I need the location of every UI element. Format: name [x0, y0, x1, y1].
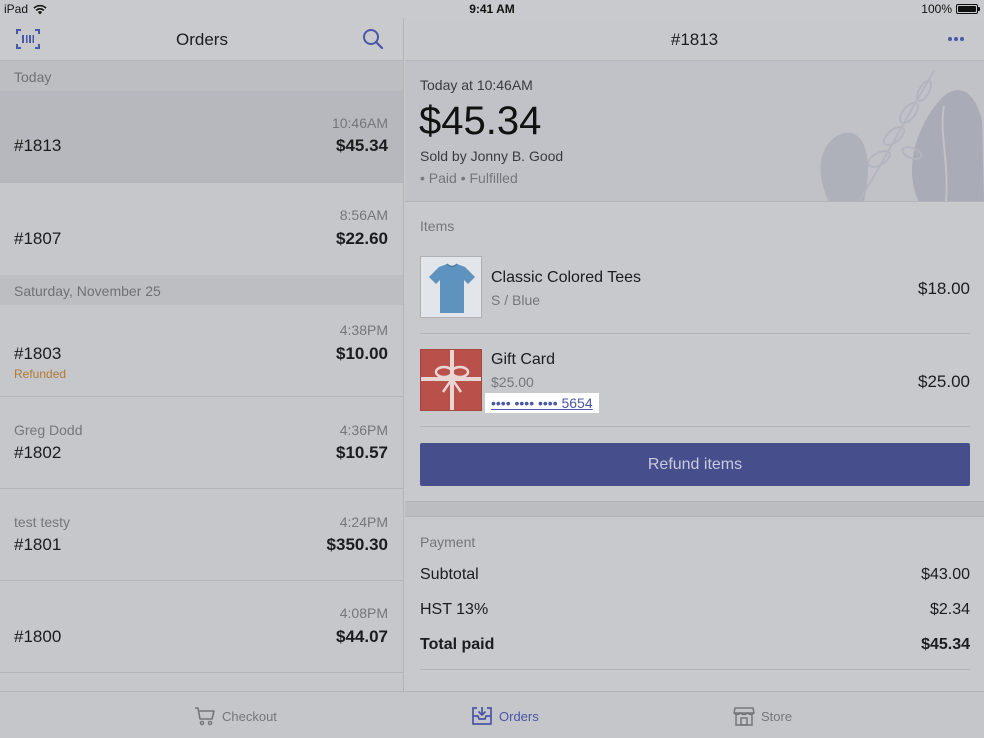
- payment-row-total-paid: Total paid $45.34: [420, 636, 970, 654]
- payment-row-value: $45.34: [921, 636, 970, 653]
- payment-divider: [420, 669, 970, 670]
- gift-card-code-link[interactable]: •••• •••• •••• 5654: [485, 393, 599, 413]
- order-number: #1800: [14, 627, 62, 646]
- order-row-1813[interactable]: 10:46AM #1813 $45.34: [0, 91, 403, 183]
- payment-row-label: Subtotal: [420, 566, 479, 583]
- tshirt-thumbnail: [420, 256, 482, 318]
- status-bar: iPad 9:41 AM 100%: [0, 0, 984, 18]
- payment-row-value: $2.34: [929, 601, 970, 618]
- order-amount: $350.30: [326, 535, 388, 554]
- order-time: 4:24PM: [339, 514, 388, 530]
- order-time: 4:36PM: [339, 422, 388, 438]
- payment-label: Payment: [420, 534, 476, 550]
- order-detail-nav-bar: #1813: [405, 18, 984, 61]
- tab-bar: Checkout Orders Store: [0, 691, 984, 738]
- order-detail-title: #1813: [670, 30, 719, 49]
- items-label: Items: [420, 218, 455, 234]
- order-detail-pane: #1813 Today at 10:46AM $45.34 Sold by Jo…: [405, 18, 984, 691]
- orders-title: Orders: [176, 30, 228, 49]
- orders-list-pane: Orders Today 10:46AM #1813 $45.34 8:56AM…: [0, 18, 404, 691]
- line-item-classic-tees[interactable]: Classic Colored Tees S / Blue $18.00: [420, 247, 970, 334]
- order-number: #1801: [14, 535, 62, 554]
- order-status-refunded: Refunded: [14, 367, 67, 381]
- plant-illustration: [820, 70, 984, 201]
- order-time: 4:08PM: [339, 605, 388, 621]
- item-variant: $25.00: [491, 374, 534, 390]
- order-amount: $45.34: [336, 136, 388, 155]
- order-time: 4:38PM: [339, 322, 388, 338]
- order-amount: $10.57: [336, 443, 388, 462]
- order-total-amount: $45.34: [419, 99, 542, 143]
- order-time: 8:56AM: [339, 207, 388, 223]
- orders-tray-icon: [472, 707, 492, 725]
- battery-icon: [956, 4, 980, 14]
- order-amount: $22.60: [336, 229, 388, 248]
- payment-row-label: Total paid: [420, 636, 495, 653]
- store-icon: [733, 707, 755, 726]
- tab-checkout[interactable]: Checkout: [194, 706, 277, 726]
- tab-label: Store: [761, 708, 793, 724]
- order-number: #1807: [14, 229, 62, 248]
- order-row-1807[interactable]: 8:56AM #1807 $22.60: [0, 183, 403, 275]
- order-row-1801[interactable]: test testy 4:24PM #1801 $350.30: [0, 489, 403, 581]
- order-row-1802[interactable]: Greg Dodd 4:36PM #1802 $10.57: [0, 397, 403, 489]
- tab-orders[interactable]: Orders: [471, 706, 539, 726]
- payment-row-tax: HST 13% $2.34: [420, 601, 970, 619]
- section-header-today: Today: [0, 61, 403, 91]
- order-amount: $44.07: [336, 627, 388, 646]
- order-number: #1802: [14, 443, 62, 462]
- refund-items-button[interactable]: Refund items: [420, 443, 970, 486]
- line-item-gift-card[interactable]: Gift Card $25.00 •••• •••• •••• 5654 $25…: [420, 334, 970, 427]
- order-number: #1803: [14, 344, 62, 363]
- order-customer: Greg Dodd: [14, 422, 83, 438]
- order-summary: Today at 10:46AM $45.34 Sold by Jonny B.…: [405, 61, 984, 202]
- payment-row-subtotal: Subtotal $43.00: [420, 566, 970, 584]
- cart-icon: [195, 707, 215, 726]
- tab-store[interactable]: Store: [733, 706, 792, 726]
- order-statuses: • Paid • Fulfilled: [420, 170, 518, 186]
- item-price: $18.00: [918, 279, 970, 298]
- battery-percent: 100%: [921, 2, 952, 16]
- tab-label: Orders: [499, 708, 539, 724]
- gift-card-thumbnail: [420, 349, 482, 411]
- search-icon[interactable]: [362, 28, 384, 50]
- payment-row-label: HST 13%: [420, 601, 489, 618]
- item-variant: S / Blue: [491, 292, 541, 308]
- order-time: 10:46AM: [331, 115, 388, 131]
- order-number: #1813: [14, 136, 62, 155]
- order-row-1800[interactable]: 4:08PM #1800 $44.07: [0, 581, 403, 673]
- section-divider: [405, 501, 984, 517]
- item-price: $25.00: [918, 372, 970, 391]
- item-name: Classic Colored Tees: [491, 269, 641, 286]
- payment-row-value: $43.00: [921, 566, 970, 583]
- tab-label: Checkout: [222, 708, 277, 724]
- order-amount: $10.00: [336, 344, 388, 363]
- order-customer: test testy: [14, 514, 71, 530]
- order-row-1803[interactable]: 4:38PM #1803 $10.00 Refunded: [0, 305, 403, 397]
- order-date: Today at 10:46AM: [420, 77, 533, 93]
- item-name: Gift Card: [491, 351, 556, 368]
- section-header-saturday: Saturday, November 25: [0, 275, 403, 305]
- more-options-icon[interactable]: [946, 30, 966, 48]
- clock: 9:41 AM: [469, 2, 515, 16]
- orders-nav-bar: Orders: [0, 18, 403, 61]
- sold-by: Sold by Jonny B. Good: [420, 148, 564, 164]
